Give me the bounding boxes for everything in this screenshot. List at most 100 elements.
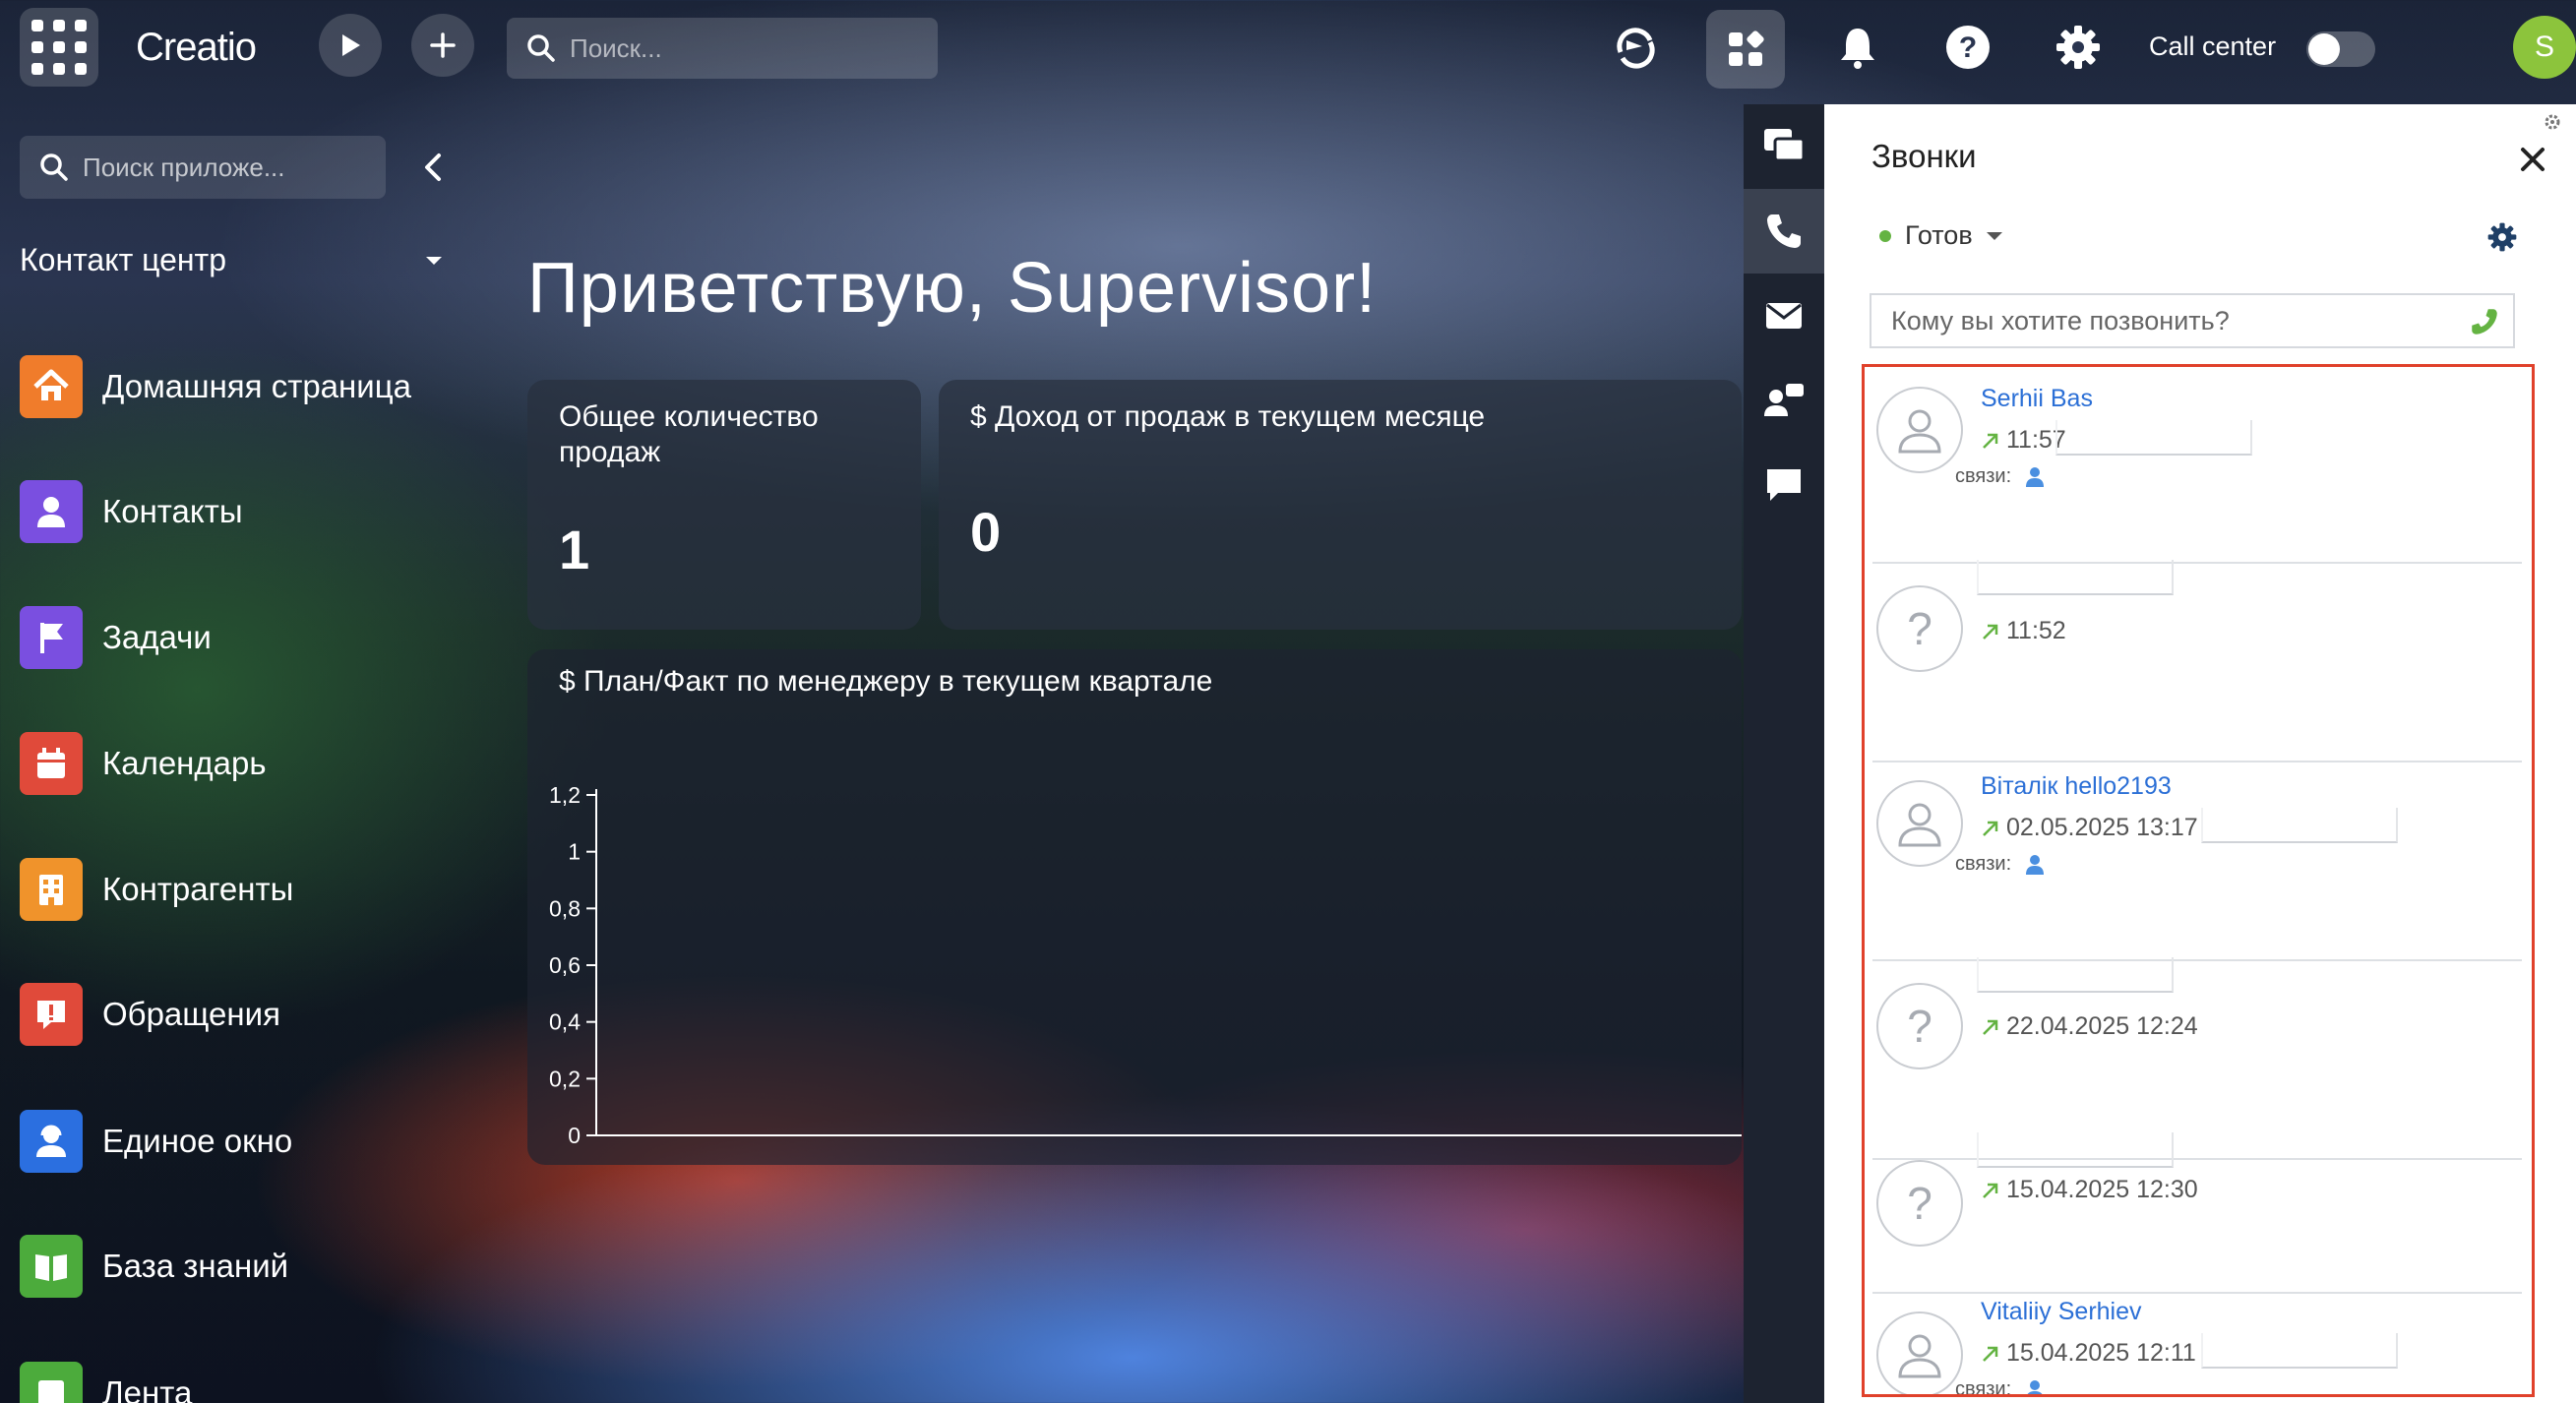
strip-calls-button[interactable] [1744,189,1824,274]
call-contact-name[interactable]: Віталік hello2193 [1981,772,2172,801]
outgoing-call-icon [1983,1019,1998,1035]
global-search-input[interactable] [570,32,924,64]
call-notes-field[interactable] [2201,1333,2398,1369]
divider [1872,761,2522,762]
sidebar-item-tasks[interactable]: Задачи [20,606,212,669]
call-notes-field[interactable] [2201,808,2398,843]
strip-email-button[interactable] [1744,274,1824,358]
collapse-sidebar-button[interactable] [415,148,451,187]
agent-icon [20,1110,83,1173]
call-contact-field[interactable] [1977,560,2174,595]
linked-contact-icon[interactable] [2025,466,2045,488]
book-icon [20,1235,83,1298]
unknown-caller-icon: ? [1876,585,1963,672]
outgoing-call-icon [1983,821,1998,836]
add-record-button[interactable] [411,14,474,77]
sidebar-item-label: База знаний [102,1248,289,1284]
status-dot [1879,229,1891,242]
calls-panel: Звонки Готов Serhii Bas 11:57 связи: [1824,104,2576,1403]
outgoing-call-icon [1983,433,1998,449]
call-time-text: 02.05.2025 13:17 [2006,814,2198,841]
strip-chats-button[interactable] [1744,104,1824,189]
global-search[interactable] [507,18,938,79]
calendar-icon [20,732,83,795]
call-time-text: 15.04.2025 12:30 [2006,1176,2198,1203]
call-contact-name[interactable]: Vitaliiy Serhiev [1981,1298,2142,1326]
gear-icon[interactable] [2543,112,2562,132]
creatio-ai-button[interactable] [1608,20,1663,75]
sidebar-item-label: Домашняя страница [102,368,411,404]
agent-status-selector[interactable]: Готов [1879,220,2002,251]
sidebar-item-label: Единое окно [102,1123,293,1159]
settings-button[interactable] [2051,20,2106,75]
contact-avatar-icon [1876,1312,1963,1394]
call-notes-field[interactable] [2055,420,2252,456]
sidebar-item-label: Контрагенты [102,871,294,907]
call-time: 15.04.2025 12:30 [1981,1176,2198,1204]
bell-icon [1841,29,1874,69]
call-time: 11:52 [1981,617,2066,645]
call-history-item[interactable]: ? 15.04.2025 12:30 [1872,1128,2528,1294]
call-contact-field[interactable] [1977,957,2174,993]
dial-input[interactable] [1891,305,2462,336]
help-button[interactable]: ? [1940,20,1995,75]
divider [1872,959,2522,961]
y-tick-label: 0,4 [549,1009,581,1035]
sidebar-item-contacts[interactable]: Контакты [20,480,243,543]
workplace-label: Контакт центр [20,242,226,277]
contact-avatar-icon [1876,780,1963,867]
linked-contact-icon[interactable] [2025,854,2045,876]
call-history-item[interactable]: Віталік hello2193 02.05.2025 13:17 связи… [1872,764,2528,961]
svg-text:?: ? [1907,1001,1932,1052]
call-links: связи: [1955,853,2045,876]
call-history-item[interactable]: Vitaliiy Serhiev 15.04.2025 12:11 связи: [1872,1296,2528,1398]
revenue-card[interactable]: $ Доход от продаж в текущем месяце 0 [939,380,1742,630]
plan-fact-chart-card[interactable]: $ План/Факт по менеджеру в текущем кварт… [527,649,1742,1165]
app-launcher-button[interactable] [20,8,98,87]
play-icon [342,34,360,56]
top-bar: Creatio ? Call center S [0,0,2576,98]
call-time: 02.05.2025 13:17 [1981,814,2198,842]
strip-contacts-chat-button[interactable] [1744,358,1824,443]
outgoing-call-icon [1983,1346,1998,1362]
chevron-down-icon [426,256,442,265]
sidebar-item-label: Контакты [102,493,243,529]
close-icon[interactable] [2517,144,2548,175]
building-icon [20,858,83,921]
app-search-input[interactable] [83,152,378,183]
app-search[interactable] [20,136,386,199]
call-contact-name[interactable]: Serhii Bas [1981,385,2093,413]
help-icon: ? [1946,26,1990,69]
sidebar-item-knowledge-base[interactable]: База знаний [20,1235,288,1298]
workplace-selector[interactable]: Контакт центр [20,242,443,278]
dashboards-button[interactable] [1706,10,1785,89]
run-process-button[interactable] [319,14,382,77]
call-phone-icon[interactable] [2470,307,2499,336]
sidebar-item-accounts[interactable]: Контрагенты [20,858,293,921]
dial-field[interactable] [1870,293,2515,348]
sidebar-item-feed[interactable]: Лента [20,1362,192,1403]
sidebar-item-calendar[interactable]: Календарь [20,732,267,795]
card-title-line: продаж [559,436,661,468]
home-icon [20,355,83,418]
call-center-toggle[interactable] [2306,31,2375,67]
svg-text:?: ? [1907,1178,1932,1229]
notifications-button[interactable] [1830,20,1885,75]
user-avatar[interactable]: S [2513,16,2576,79]
y-tick-label: 0,2 [549,1066,581,1091]
sidebar-item-agent-desktop[interactable]: Единое окно [20,1110,292,1173]
sidebar-item-cases[interactable]: Обращения [20,983,280,1046]
call-contact-field[interactable] [1977,1132,2174,1168]
linked-contact-icon[interactable] [2025,1379,2045,1398]
ai-icon [1617,28,1655,69]
total-sales-card[interactable]: Общее количество продаж 1 [527,380,921,630]
toggle-knob [2308,33,2340,65]
call-history-item[interactable]: Serhii Bas 11:57 связи: [1872,367,2528,564]
strip-feed-button[interactable] [1744,443,1824,527]
contact-chat-icon [1764,384,1804,416]
email-icon [1766,303,1802,329]
call-history-item[interactable]: ? 11:52 [1872,560,2528,762]
gear-icon[interactable] [2487,222,2517,252]
search-icon [527,34,555,62]
sidebar-item-home[interactable]: Домашняя страница [20,355,411,418]
